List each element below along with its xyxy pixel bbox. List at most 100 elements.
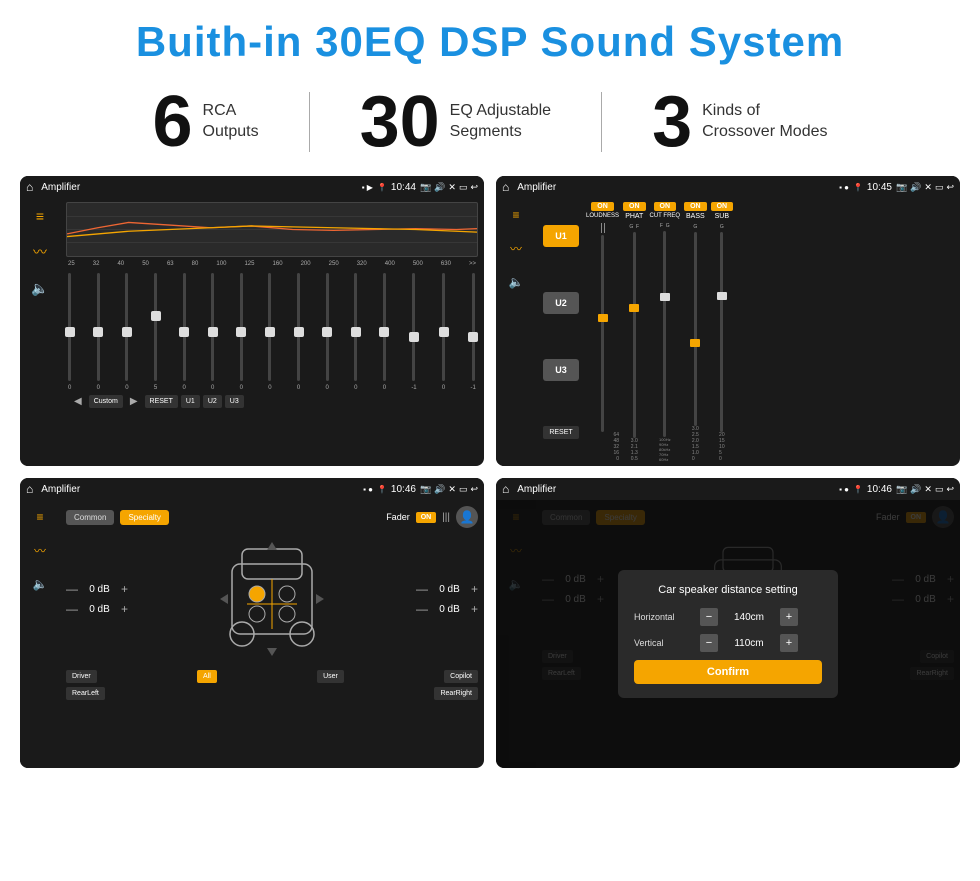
wave-icon-2[interactable]: 〰 — [510, 240, 522, 257]
eq-icon-3[interactable]: ≡ — [36, 510, 43, 524]
eq-slider-15[interactable]: -1 — [471, 271, 476, 391]
fader-minus-1[interactable]: — — [66, 582, 78, 596]
eq-icon-2[interactable]: ≡ — [512, 208, 519, 222]
eq-slider-12[interactable]: 0 — [383, 271, 386, 391]
channel-sub: ON SUB G 20151050 — [711, 202, 734, 462]
eq-slider-6[interactable]: 0 — [211, 271, 214, 391]
eq-slider-7[interactable]: 0 — [240, 271, 243, 391]
u2-btn-eq[interactable]: U2 — [203, 395, 222, 408]
bass-on-btn[interactable]: ON — [684, 202, 707, 211]
home-icon-1[interactable]: ⌂ — [26, 180, 33, 194]
fader-left-controls: — 0 dB + — 0 dB + — [66, 582, 128, 616]
fader-controls-row: — 0 dB + — 0 dB + — [66, 534, 478, 664]
fader-minus-4[interactable]: — — [416, 602, 428, 616]
back-icon-4[interactable]: ↩ — [946, 484, 954, 495]
u3-btn-eq[interactable]: U3 — [225, 395, 244, 408]
horizontal-minus-btn[interactable]: − — [700, 608, 718, 626]
cutfreq-on-btn[interactable]: ON — [654, 202, 677, 211]
home-icon-2[interactable]: ⌂ — [502, 180, 509, 194]
eq-slider-8[interactable]: 0 — [268, 271, 271, 391]
home-icon-3[interactable]: ⌂ — [26, 482, 33, 496]
back-icon-2[interactable]: ↩ — [946, 182, 954, 193]
loudness-on-btn[interactable]: ON — [591, 202, 614, 211]
eq-slider-11[interactable]: 0 — [354, 271, 357, 391]
reset-btn-eq[interactable]: RESET — [145, 395, 178, 408]
eq-slider-5[interactable]: 0 — [182, 271, 185, 391]
sub-on-btn[interactable]: ON — [711, 202, 734, 211]
rear-right-btn[interactable]: RearRight — [434, 687, 478, 700]
user-btn[interactable]: User — [317, 670, 344, 683]
screen3-title: Amplifier — [41, 484, 359, 495]
eq-slider-10[interactable]: 0 — [325, 271, 328, 391]
eq-slider-13[interactable]: -1 — [411, 271, 416, 391]
amp-sidebar: ≡ 〰 🔈 — [496, 198, 536, 466]
wifi-icon-2: ✕ — [924, 182, 932, 193]
fader-plus-2[interactable]: + — [121, 602, 128, 616]
speaker-icon-3[interactable]: 🔈 — [33, 577, 48, 591]
eq-icon[interactable]: ≡ — [36, 208, 44, 224]
eq-slider-3[interactable]: 0 — [125, 271, 128, 391]
eq-slider-14[interactable]: 0 — [442, 271, 445, 391]
speaker-icon[interactable]: 🔈 — [31, 280, 48, 297]
stat-number-6: 6 — [153, 86, 193, 158]
all-btn[interactable]: All — [197, 670, 217, 683]
eq-slider-2[interactable]: 0 — [97, 271, 100, 391]
eq-sidebar: ≡ 〰 🔈 — [20, 198, 60, 466]
speaker-icon-2[interactable]: 🔈 — [509, 275, 524, 289]
horizontal-plus-btn[interactable]: + — [780, 608, 798, 626]
stat-label-crossover: Kinds ofCrossover Modes — [702, 101, 827, 143]
fader-content: ≡ 〰 🔈 Common Specialty Fader ON ||| 👤 — — [20, 500, 484, 768]
fader-plus-3[interactable]: + — [471, 582, 478, 596]
slider-val-8: 0 — [268, 385, 271, 391]
slider-val-10: 0 — [325, 385, 328, 391]
dialog-box: Car speaker distance setting Horizontal … — [618, 570, 838, 698]
u2-btn[interactable]: U2 — [543, 292, 579, 314]
eq-slider-1[interactable]: 0 — [68, 271, 71, 391]
bass-label: BASS — [686, 213, 705, 220]
driver-btn[interactable]: Driver — [66, 670, 97, 683]
volume-icon-2: 🔊 — [910, 182, 921, 193]
slider-val-2: 0 — [97, 385, 100, 391]
fader-right-controls: — 0 dB + — 0 dB + — [416, 582, 478, 616]
fader-plus-4[interactable]: + — [471, 602, 478, 616]
u1-btn-eq[interactable]: U1 — [181, 395, 200, 408]
horizontal-label: Horizontal — [634, 612, 694, 622]
fader-top-bar: Common Specialty Fader ON ||| 👤 — [66, 506, 478, 528]
common-tab[interactable]: Common — [66, 510, 114, 525]
phat-label: PHAT — [625, 213, 643, 220]
wave-icon-3[interactable]: 〰 — [34, 542, 46, 559]
play-btn[interactable]: ▶ — [126, 394, 142, 409]
prev-btn[interactable]: ◀ — [70, 394, 86, 409]
vertical-plus-btn[interactable]: + — [780, 634, 798, 652]
rear-left-btn[interactable]: RearLeft — [66, 687, 105, 700]
slider-val-4: 5 — [154, 385, 157, 391]
reset-btn-amp[interactable]: RESET — [543, 426, 578, 439]
specialty-tab[interactable]: Specialty — [120, 510, 168, 525]
fader-minus-2[interactable]: — — [66, 602, 78, 616]
freq-400: 400 — [385, 261, 395, 267]
fader-bottom-buttons: Driver All User Copilot — [66, 670, 478, 683]
back-icon-3[interactable]: ↩ — [470, 484, 478, 495]
copilot-btn[interactable]: Copilot — [444, 670, 478, 683]
screen2-title: Amplifier — [517, 182, 835, 193]
stats-row: 6 RCAOutputs 30 EQ AdjustableSegments 3 … — [0, 76, 980, 168]
wave-icon[interactable]: 〰 — [33, 242, 47, 262]
back-icon-1[interactable]: ↩ — [470, 182, 478, 193]
slider-val-12: 0 — [383, 385, 386, 391]
screen-fader: ⌂ Amplifier ▪ ● 📍 10:46 📷 🔊 ✕ ▭ ↩ ≡ 〰 🔈 … — [20, 478, 484, 768]
u3-btn[interactable]: U3 — [543, 359, 579, 381]
fader-plus-1[interactable]: + — [121, 582, 128, 596]
u1-btn[interactable]: U1 — [543, 225, 579, 247]
confirm-button[interactable]: Confirm — [634, 660, 822, 684]
home-icon-4[interactable]: ⌂ — [502, 482, 509, 496]
custom-btn[interactable]: Custom — [89, 395, 123, 408]
eq-content: ≡ 〰 🔈 25 — [20, 198, 484, 466]
pin-icon-4: 📍 — [853, 485, 863, 494]
eq-slider-4[interactable]: 5 — [154, 271, 157, 391]
phat-on-btn[interactable]: ON — [623, 202, 646, 211]
eq-slider-9[interactable]: 0 — [297, 271, 300, 391]
fader-on-btn[interactable]: ON — [416, 512, 437, 523]
vertical-minus-btn[interactable]: − — [700, 634, 718, 652]
fader-minus-3[interactable]: — — [416, 582, 428, 596]
screen-amp: ⌂ Amplifier ▪ ● 📍 10:45 📷 🔊 ✕ ▭ ↩ ≡ 〰 🔈 … — [496, 176, 960, 466]
